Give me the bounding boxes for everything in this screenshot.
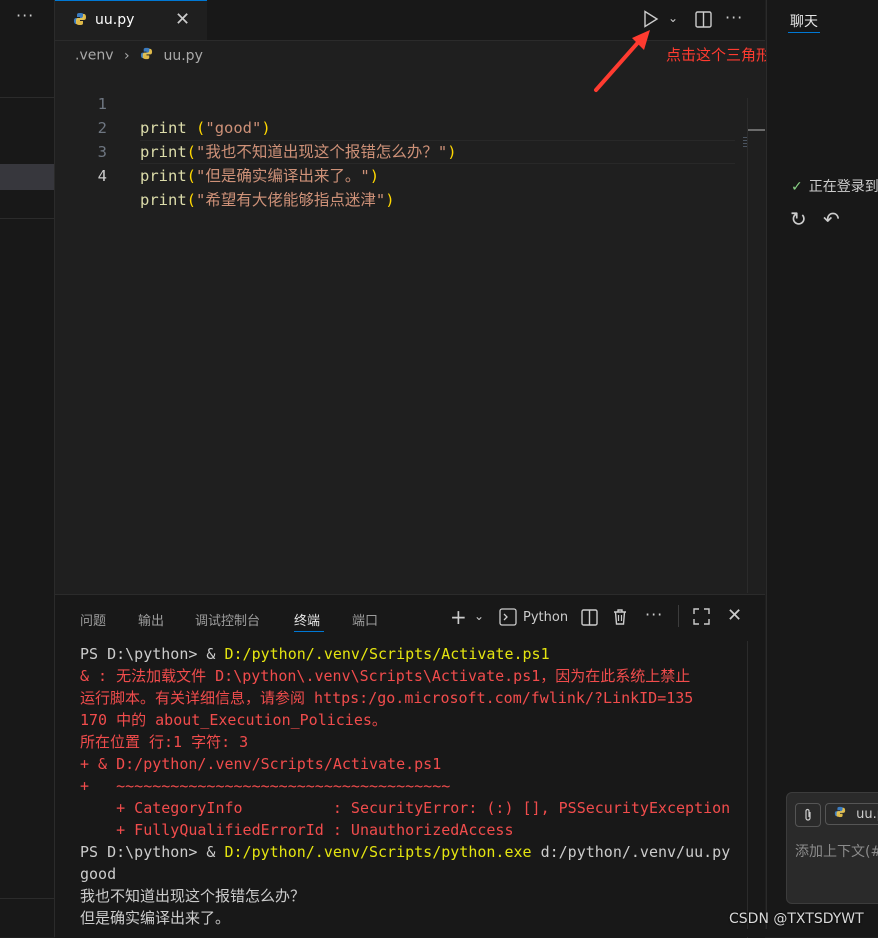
terminal-error-line: + CategoryInfo : SecurityError: (:) [], … bbox=[80, 799, 731, 817]
terminal-error-line: + & D:/python/.venv/Scripts/Activate.ps1 bbox=[80, 755, 442, 773]
code-paren: ) bbox=[447, 143, 457, 161]
code-function: print bbox=[140, 143, 187, 161]
terminal-output-line: 我也不知道出现这个报错怎么办？ bbox=[80, 887, 306, 905]
breadcrumb-separator: › bbox=[123, 47, 130, 64]
terminal-error-line: 所在位置 行:1 字符: 3 bbox=[80, 733, 249, 751]
code-line[interactable]: 1 print ("good") bbox=[55, 68, 271, 137]
terminal-command-path: D:/python/.venv/Scripts/Activate.ps1 bbox=[224, 645, 550, 663]
terminal-line: PS D:\python> & D:/python/.venv/Scripts/… bbox=[80, 841, 745, 863]
code-function: print bbox=[140, 167, 187, 185]
tab-label: uu.py bbox=[95, 12, 135, 28]
code-paren: ( bbox=[196, 119, 206, 137]
active-tab-indicator bbox=[294, 631, 324, 632]
code-editor[interactable]: 1 print ("good") 2 print("我也不知道出现这个报错怎么办… bbox=[55, 68, 777, 593]
code-paren: ( bbox=[186, 191, 197, 209]
more-actions-icon[interactable]: ··· bbox=[725, 8, 743, 27]
tab-debug-console[interactable]: 调试控制台 bbox=[195, 610, 260, 629]
split-editor-icon[interactable] bbox=[695, 11, 712, 32]
python-file-icon bbox=[73, 12, 87, 30]
bottom-panel: 问题 输出 调试控制台 终端 端口 + ⌄ Python ··· ✕ PS D:… bbox=[55, 594, 765, 938]
more-actions-icon[interactable]: ··· bbox=[645, 605, 663, 624]
terminal-prompt: PS D:\python> & bbox=[80, 843, 225, 861]
code-string: "我也不知道出现这个报错怎么办？" bbox=[196, 143, 448, 161]
code-line[interactable]: 4 print("希望有大佬能够指点迷津") bbox=[55, 140, 395, 209]
breadcrumb-folder[interactable]: .venv bbox=[75, 48, 114, 64]
sidebar-more-icon[interactable]: ··· bbox=[16, 6, 34, 25]
trash-icon[interactable] bbox=[612, 608, 628, 630]
breadcrumb-file[interactable]: uu.py bbox=[163, 48, 202, 64]
code-paren: ) bbox=[385, 191, 395, 209]
terminal-shell-name[interactable]: Python bbox=[523, 610, 568, 625]
tab-uu-py[interactable]: uu.py ✕ bbox=[55, 0, 207, 40]
tab-problems[interactable]: 问题 bbox=[80, 610, 106, 629]
chevron-down-icon[interactable]: ⌄ bbox=[474, 609, 484, 623]
undo-icon[interactable]: ↶ bbox=[823, 207, 840, 231]
chat-input[interactable]: uu.py 添加上下文(#) bbox=[786, 792, 878, 904]
terminal-error-line: + FullyQualifiedErrorId : UnauthorizedAc… bbox=[80, 821, 514, 839]
code-line[interactable]: 2 print("我也不知道出现这个报错怎么办？") bbox=[55, 92, 457, 161]
sidebar-divider bbox=[0, 898, 54, 899]
terminal-error-line: 运行脚本。有关详细信息，请参阅 https:/go.microsoft.com/… bbox=[80, 689, 694, 707]
terminal-output-line: good bbox=[80, 865, 117, 883]
active-tab-indicator bbox=[788, 32, 820, 33]
attach-icon[interactable] bbox=[795, 803, 821, 827]
context-file-name: uu.py bbox=[856, 807, 878, 822]
line-number: 4 bbox=[97, 167, 107, 185]
sidebar-divider bbox=[0, 97, 54, 98]
tab-output[interactable]: 输出 bbox=[138, 610, 164, 629]
terminal-shell-icon[interactable] bbox=[499, 608, 517, 630]
maximize-panel-icon[interactable] bbox=[693, 608, 710, 629]
code-string: "good" bbox=[205, 119, 262, 137]
code-string: "希望有大佬能够指点迷津" bbox=[196, 191, 386, 209]
code-string: "但是确实编译出来了。" bbox=[196, 167, 370, 185]
breadcrumb: .venv › uu.py bbox=[75, 47, 203, 64]
terminal-prompt: PS D:\python> & bbox=[80, 645, 225, 663]
terminal-output[interactable]: PS D:\python> & D:/python/.venv/Scripts/… bbox=[80, 643, 745, 929]
terminal-error-line: 170 中的 about_Execution_Policies。 bbox=[80, 711, 387, 729]
terminal-line: PS D:\python> & D:/python/.venv/Scripts/… bbox=[80, 643, 745, 665]
chevron-down-icon[interactable]: ⌄ bbox=[668, 11, 678, 25]
close-icon[interactable]: ✕ bbox=[175, 9, 190, 30]
tab-ports[interactable]: 端口 bbox=[352, 610, 378, 629]
chat-panel: 聊天 ✓ 正在登录到 ↻ ↶ uu.py 添加上下文(#) bbox=[766, 0, 878, 937]
terminal-error-line: & : 无法加载文件 D:\python\.venv\Scripts\Activ… bbox=[80, 667, 691, 685]
refresh-icon[interactable]: ↻ bbox=[790, 207, 807, 231]
watermark: CSDN @TXTSDYWT bbox=[729, 911, 864, 927]
terminal-command-arg: d:/python/.venv/uu.py bbox=[531, 843, 731, 861]
toolbar-divider bbox=[678, 605, 679, 627]
context-file-chip[interactable]: uu.py bbox=[825, 803, 878, 825]
explorer-sidebar: ··· bbox=[0, 0, 55, 937]
scrollbar-marker bbox=[748, 129, 765, 131]
python-file-icon bbox=[834, 806, 850, 822]
code-line[interactable]: 3 print("但是确实编译出来了。") bbox=[55, 116, 379, 185]
chat-status: ✓ 正在登录到 bbox=[791, 176, 878, 196]
terminal-error-line: + ~~~~~~~~~~~~~~~~~~~~~~~~~~~~~~~~~~~~~ bbox=[80, 777, 451, 795]
code-paren: ( bbox=[186, 167, 197, 185]
status-bar bbox=[585, 929, 878, 937]
editor-scrollbar[interactable] bbox=[747, 98, 766, 593]
terminal-scrollbar[interactable] bbox=[747, 641, 766, 938]
chat-input-placeholder: 添加上下文(#) bbox=[795, 844, 878, 860]
terminal-output-line: 但是确实编译出来了。 bbox=[80, 909, 231, 927]
code-function: print bbox=[140, 191, 187, 209]
terminal-command-path: D:/python/.venv/Scripts/python.exe bbox=[224, 843, 532, 861]
code-function: print bbox=[140, 119, 187, 137]
close-panel-icon[interactable]: ✕ bbox=[727, 605, 742, 626]
annotation-arrow-icon bbox=[594, 30, 650, 92]
code-paren: ) bbox=[261, 119, 271, 137]
code-paren: ) bbox=[369, 167, 380, 185]
new-terminal-icon[interactable]: + bbox=[450, 605, 467, 629]
sidebar-divider bbox=[0, 218, 54, 219]
code-paren: ( bbox=[186, 143, 197, 161]
check-icon: ✓ bbox=[791, 179, 803, 195]
tab-chat[interactable]: 聊天 bbox=[790, 11, 818, 31]
chat-status-text: 正在登录到 bbox=[808, 179, 878, 195]
tab-terminal[interactable]: 终端 bbox=[294, 610, 320, 629]
python-file-icon bbox=[140, 47, 157, 64]
split-terminal-icon[interactable] bbox=[581, 609, 598, 630]
sidebar-selected-item[interactable] bbox=[0, 164, 54, 190]
